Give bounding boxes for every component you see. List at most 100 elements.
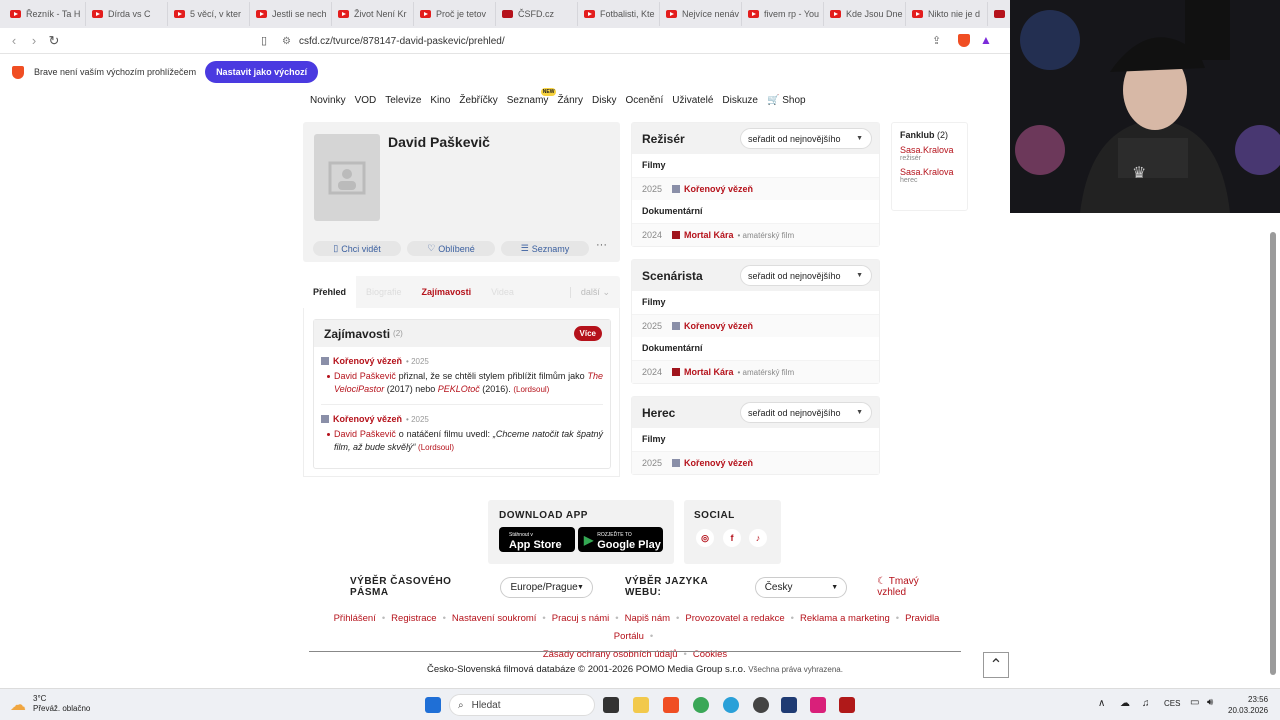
app-icon[interactable] (781, 697, 797, 713)
browser-tab[interactable]: Kde Jsou Dne (824, 2, 906, 26)
tiktok-app-icon[interactable] (810, 697, 826, 713)
browser-tab[interactable]: 5 věcí, v kter (168, 2, 250, 26)
tab-more[interactable]: další ⌄ (569, 286, 620, 298)
browser-tab[interactable]: Fotbalisti, Kte (578, 2, 660, 26)
footer-link[interactable]: Provozovatel a redakce (685, 613, 784, 624)
browser-tab[interactable]: Život Není Kr (332, 2, 414, 26)
film-title-link[interactable]: Kořenový vězeň (684, 458, 753, 468)
nav-item[interactable]: VOD (355, 95, 377, 106)
language-select[interactable]: Česky ▼ (754, 576, 848, 598)
fanclub-user[interactable]: Sasa.Kralova (900, 167, 959, 177)
bookmark-icon[interactable]: ▯ (254, 34, 274, 47)
set-default-button[interactable]: Nastavit jako výchozí (205, 61, 319, 83)
nav-item[interactable]: Uživatelé (672, 95, 713, 106)
weather-icon[interactable]: ☁ (10, 695, 26, 715)
browser-tab[interactable]: Nikto nie je d (906, 2, 988, 26)
more-trivia-button[interactable]: Více (573, 326, 602, 341)
browser-tab[interactable]: Proč je tetov (414, 2, 496, 26)
network-icon[interactable]: ☁ (1120, 698, 1130, 709)
nav-item[interactable]: 🛒 Shop (767, 95, 806, 106)
brave-rewards-icon[interactable]: ▲ (980, 33, 992, 47)
trivia-film[interactable]: Kořenový vězeň • 2025 (321, 356, 610, 366)
tab-trivia[interactable]: Zajímavosti (412, 287, 482, 297)
browser-tab[interactable]: Dírda vs C (86, 2, 168, 26)
sort-select[interactable]: seřadit od nejnovějšího ▼ (740, 402, 872, 423)
more-actions-button[interactable]: ··· (596, 239, 607, 251)
url-bar[interactable]: ⚙ csfd.cz/tvurce/878147-david-paskevic/p… (282, 32, 922, 50)
trivia-film[interactable]: Kořenový vězeň • 2025 (321, 414, 610, 424)
lists-button[interactable]: ☰ Seznamy (501, 241, 589, 256)
tab-videos[interactable]: Videa (481, 287, 524, 297)
fanclub-user[interactable]: Sasa.Kralova (900, 145, 959, 155)
scrollbar[interactable] (1270, 232, 1276, 675)
tab-overview[interactable]: Přehled (303, 276, 357, 308)
trivia-person-link[interactable]: David Paškevič (334, 429, 396, 439)
nav-item[interactable]: Diskuze (722, 95, 758, 106)
microphone-icon[interactable]: ♫ (1142, 698, 1150, 709)
want-to-see-button[interactable]: ▯ Chci vidět (313, 241, 401, 256)
sort-select[interactable]: seřadit od nejnovějšího ▼ (740, 128, 872, 149)
footer-link[interactable]: Reklama a marketing (800, 613, 890, 624)
trivia-film-title[interactable]: Kořenový vězeň (333, 414, 402, 424)
browser-tab[interactable]: Nejvíce nenáv (660, 2, 742, 26)
edge-icon[interactable] (723, 697, 739, 713)
nav-item[interactable]: Seznamy NEW (507, 87, 557, 106)
film-title-link[interactable]: Mortal Kára (684, 367, 734, 377)
nav-item[interactable]: Novinky (310, 95, 346, 106)
film-title-link[interactable]: Mortal Kára (684, 230, 734, 240)
trivia-person-link[interactable]: David Paškevič (334, 371, 396, 381)
file-explorer-icon[interactable] (633, 697, 649, 713)
browser-tab[interactable]: Ko (988, 2, 1010, 26)
input-language[interactable]: CES (1164, 699, 1180, 708)
tiktok-icon[interactable]: ♪ (749, 529, 767, 547)
chrome-icon[interactable] (693, 697, 709, 713)
forward-icon[interactable]: › (24, 33, 44, 48)
nav-item[interactable]: Televize (385, 95, 421, 106)
windows-start-icon[interactable] (425, 697, 441, 713)
app-icon[interactable] (839, 697, 855, 713)
instagram-icon[interactable]: ◎ (696, 529, 714, 547)
browser-tab[interactable]: Řezník - Ta H (4, 2, 86, 26)
nav-item[interactable]: Disky (592, 95, 616, 106)
nav-item[interactable]: Žebříčky (459, 95, 497, 106)
footer-link[interactable]: Napiš nám (625, 613, 670, 624)
nav-item[interactable]: Žánry (557, 95, 583, 106)
volume-icon[interactable]: 🔊︎ (1207, 697, 1213, 708)
sort-select[interactable]: seřadit od nejnovějšího ▼ (740, 265, 872, 286)
browser-tab[interactable]: ČSFD.cz (496, 2, 578, 26)
tab-biography[interactable]: Biografie (356, 287, 412, 297)
timezone-select[interactable]: Europe/Prague ▼ (500, 576, 593, 598)
site-info-icon[interactable]: ⚙ (282, 36, 291, 47)
browser-tab[interactable]: fivem rp - You (742, 2, 824, 26)
dark-mode-toggle[interactable]: ☾ Tmavý vzhled (877, 576, 950, 598)
reload-icon[interactable]: ↻ (44, 33, 64, 49)
trivia-author[interactable]: (Lordsoul) (513, 385, 549, 394)
obs-icon[interactable] (753, 697, 769, 713)
brave-shields-icon[interactable] (958, 34, 970, 47)
trivia-film-link[interactable]: PEKLOtoč (438, 384, 480, 394)
film-title-link[interactable]: Kořenový vězeň (684, 321, 753, 331)
share-icon[interactable]: ⇪ (932, 34, 941, 47)
back-icon[interactable]: ‹ (4, 33, 24, 48)
trivia-author[interactable]: (Lordsoul) (418, 443, 454, 452)
tray-chevron-icon[interactable]: ∧ (1098, 698, 1105, 709)
trivia-film-title[interactable]: Kořenový vězeň (333, 356, 402, 366)
app-store-button[interactable]: Stáhnout v App Store (499, 527, 575, 552)
task-view-icon[interactable] (603, 697, 619, 713)
film-title-link[interactable]: Kořenový vězeň (684, 184, 753, 194)
brave-icon[interactable] (663, 697, 679, 713)
clock[interactable]: 23:56 20.03.2026 (1228, 694, 1268, 716)
weather-widget[interactable]: 3°C Převáž. oblačno (33, 694, 90, 714)
footer-link[interactable]: Přihlášení (334, 613, 376, 624)
footer-link[interactable]: Registrace (391, 613, 436, 624)
google-play-button[interactable]: ▶ ROZJEĎTE TO Google Play (578, 527, 663, 552)
scroll-to-top-button[interactable]: ⌃ (983, 652, 1009, 678)
favorite-button[interactable]: ♡ Oblíbené (407, 241, 495, 256)
browser-tab[interactable]: Jestli se nech (250, 2, 332, 26)
nav-item[interactable]: Ocenění (625, 95, 663, 106)
display-icon[interactable]: ▭ (1190, 697, 1199, 708)
footer-link[interactable]: Nastavení soukromí (452, 613, 536, 624)
taskbar-search[interactable]: ⌕ Hledat (449, 694, 595, 716)
facebook-icon[interactable]: f (723, 529, 741, 547)
nav-item[interactable]: Kino (430, 95, 450, 106)
